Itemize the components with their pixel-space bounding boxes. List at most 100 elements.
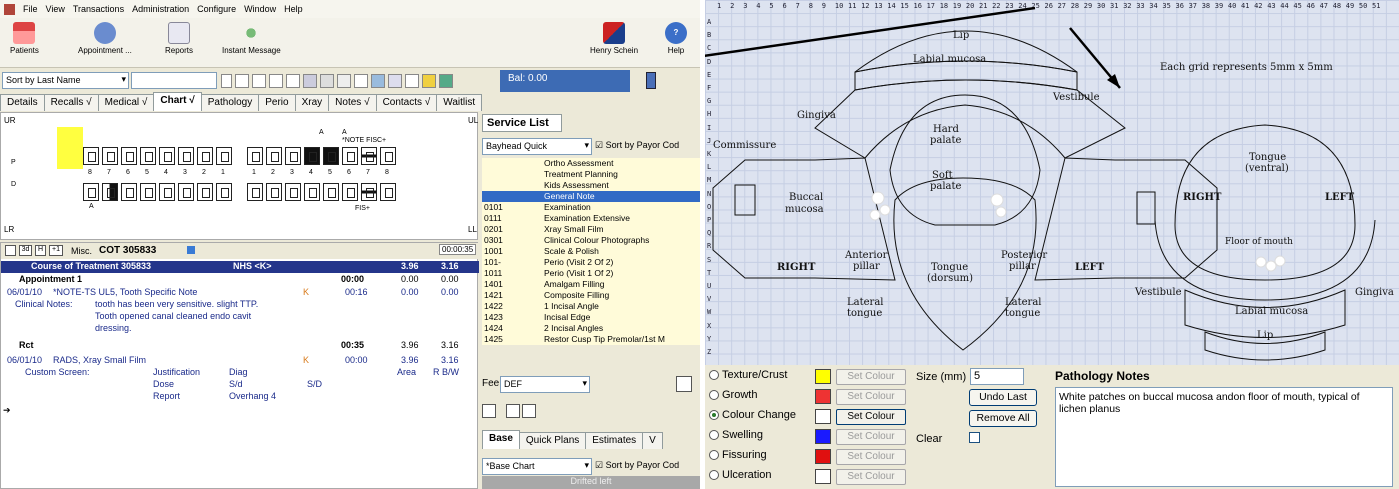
minimize-icon[interactable] (405, 74, 419, 88)
sort-by-payor-checkbox[interactable]: ☑ Sort by Payor Cod (595, 140, 679, 151)
3d-button[interactable]: 3d (19, 245, 32, 256)
appointment-button[interactable]: Appointment ... (78, 22, 132, 55)
tab-details[interactable]: Details (0, 94, 45, 111)
tooth-upper[interactable] (102, 147, 118, 165)
undo-last-button[interactable]: Undo Last (969, 389, 1037, 406)
instant-message-button[interactable]: Instant Message (222, 22, 281, 55)
note-row[interactable]: 06/01/10 *NOTE-TS UL5, Tooth Specific No… (1, 287, 479, 299)
tooth-upper[interactable] (178, 147, 194, 165)
patients-button[interactable]: Patients (10, 22, 39, 55)
set-colour-button[interactable]: Set Colour (836, 409, 906, 425)
tooth-lower[interactable] (197, 183, 213, 201)
tooth-upper[interactable] (197, 147, 213, 165)
tooth-lower[interactable] (83, 183, 99, 201)
tooth-lower[interactable] (342, 183, 358, 201)
menu-file[interactable]: File (23, 4, 38, 14)
menu-view[interactable]: View (46, 4, 65, 14)
radio-button[interactable] (709, 390, 719, 400)
tab-notes[interactable]: Notes √ (328, 94, 377, 111)
option-fissuring[interactable]: Fissuring (709, 449, 767, 461)
print-icon[interactable] (320, 74, 334, 88)
tooth-upper[interactable] (323, 147, 339, 165)
service-item[interactable]: 1001 Scale & Polish (482, 246, 700, 257)
tooth-upper[interactable] (83, 147, 99, 165)
pound-icon[interactable] (252, 74, 266, 88)
option-swelling[interactable]: Swelling (709, 429, 763, 441)
service-item[interactable]: 0111 Examination Extensive (482, 213, 700, 224)
tooth-lower[interactable] (140, 183, 156, 201)
remove-all-button[interactable]: Remove All (969, 410, 1037, 427)
redo-icon[interactable] (522, 404, 536, 418)
service-item[interactable]: 1421 Composite Filling (482, 290, 700, 301)
service-item[interactable]: 1425 Restor Cusp Tip Premolar/1st M (482, 334, 700, 345)
tooth-lower[interactable] (159, 183, 175, 201)
service-item[interactable]: 1424 2 Incisal Angles (482, 323, 700, 334)
service-item[interactable]: 101- Perio (Visit 2 Of 2) (482, 257, 700, 268)
tooth-lower[interactable] (102, 183, 118, 201)
tooth-lower[interactable] (266, 183, 282, 201)
stepper-icon[interactable] (221, 74, 232, 88)
service-item[interactable]: Ortho Assessment (482, 158, 700, 169)
drifted-left-item[interactable]: Drifted left (482, 476, 700, 489)
radio-button[interactable] (709, 430, 719, 440)
pathology-notes-textarea[interactable]: White patches on buccal mucosa andon flo… (1055, 387, 1393, 487)
equals-icon[interactable] (235, 74, 249, 88)
base-sort-checkbox[interactable]: ☑ Sort by Payor Cod (595, 460, 679, 471)
tool-button[interactable] (676, 376, 692, 392)
scroll-handle[interactable] (646, 72, 656, 89)
tooth-upper[interactable] (361, 147, 377, 165)
service-item[interactable]: 0301 Clinical Colour Photographs (482, 235, 700, 246)
tab-perio[interactable]: Perio (258, 94, 296, 111)
menu-window[interactable]: Window (244, 4, 276, 14)
tooth-lower[interactable] (380, 183, 396, 201)
folder-icon[interactable] (422, 74, 436, 88)
tab-pathology[interactable]: Pathology (200, 94, 260, 111)
radio-button[interactable] (709, 410, 719, 420)
edit-icon[interactable] (371, 74, 385, 88)
tooth-upper[interactable] (216, 147, 232, 165)
radio-button[interactable] (709, 450, 719, 460)
sms-icon[interactable] (388, 74, 402, 88)
appointment-row[interactable]: Appointment 1 00:00 0.00 0.00 (1, 274, 479, 286)
clear-checkbox[interactable] (969, 432, 980, 443)
tab-contacts[interactable]: Contacts √ (375, 94, 438, 111)
tooth-chart[interactable]: UR UL LR LL P D B C A A *NOTE FISC+ FIS+… (0, 112, 488, 240)
menu-configure[interactable]: Configure (197, 4, 236, 14)
undo-icon[interactable] (506, 404, 520, 418)
service-item[interactable]: 1401 Amalgam Filling (482, 279, 700, 290)
note-icon[interactable] (439, 74, 453, 88)
binoculars-icon[interactable] (286, 74, 300, 88)
tooth-lower[interactable] (323, 183, 339, 201)
add-icon[interactable] (5, 245, 16, 256)
xray-row[interactable]: 06/01/10 RADS, Xray Small Film K 00:00 3… (1, 355, 479, 367)
reports-button[interactable]: Reports (165, 22, 193, 55)
service-combo[interactable]: Bayhead Quick ▾ (482, 138, 592, 155)
tooth-upper[interactable] (380, 147, 396, 165)
course-row[interactable]: Course of Treatment 305833 NHS <K> 3.96 … (1, 261, 479, 273)
size-input[interactable]: 5 (970, 368, 1024, 385)
patient-search-input[interactable] (131, 72, 217, 89)
tool-icon[interactable] (337, 74, 351, 88)
base-tab[interactable]: V (642, 432, 663, 449)
tooth-upper[interactable] (247, 147, 263, 165)
radio-button[interactable] (709, 370, 719, 380)
plus-one-button[interactable]: +1 (49, 245, 63, 256)
option-texture-crust[interactable]: Texture/Crust (709, 369, 787, 381)
service-item[interactable]: 1423 Incisal Edge (482, 312, 700, 323)
service-item[interactable]: 1422 1 Incisal Angle (482, 301, 700, 312)
bullet-button[interactable] (482, 404, 496, 418)
tab-chart[interactable]: Chart √ (153, 92, 202, 111)
radio-button[interactable] (709, 470, 719, 480)
tooth-lower[interactable] (216, 183, 232, 201)
tooth-upper[interactable] (342, 147, 358, 165)
service-item[interactable]: Treatment Planning (482, 169, 700, 180)
h-button[interactable]: H (35, 245, 46, 256)
set-colour-button[interactable]: Set Colour (836, 389, 906, 405)
fee-combo[interactable]: DEF ▾ (500, 376, 590, 393)
tooth-upper[interactable] (140, 147, 156, 165)
tooth-lower[interactable] (285, 183, 301, 201)
menu-help[interactable]: Help (284, 4, 303, 14)
tooth-lower[interactable] (121, 183, 137, 201)
service-item[interactable]: General Note (482, 191, 700, 202)
base-chart-combo[interactable]: *Base Chart ▾ (482, 458, 592, 475)
